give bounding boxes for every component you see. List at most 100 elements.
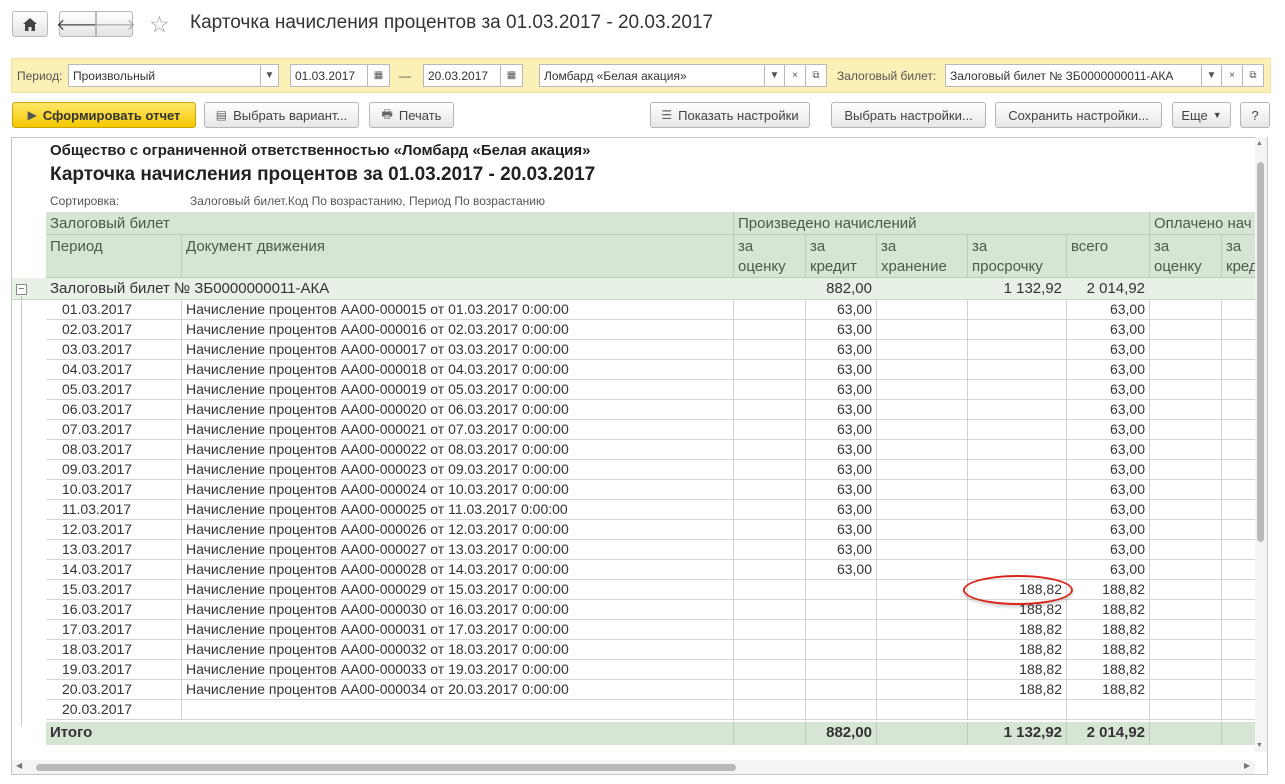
credit-cell: 63,00 [806,440,877,460]
total-cell: 63,00 [1067,420,1150,440]
more-label: Еще [1181,107,1208,123]
generate-report-button[interactable]: ▶ Сформировать отчет [12,102,196,128]
overdue-cell [968,420,1067,440]
overdue-cell [968,320,1067,340]
more-button[interactable]: Еще ▼ [1172,102,1231,128]
paid-valuation-cell [1150,500,1222,520]
period-cell: 20.03.2017 [46,680,182,700]
overdue-cell [968,440,1067,460]
open-icon[interactable]: ⧉ [1243,64,1264,87]
paid-valuation-cell [1150,540,1222,560]
calendar-icon[interactable]: ▦ [368,64,390,87]
chevron-down-icon[interactable]: ▼ [1202,64,1222,87]
valuation-cell [734,500,806,520]
period-cell: 14.03.2017 [46,560,182,580]
paid-valuation-cell [1150,480,1222,500]
period-cell: 16.03.2017 [46,600,182,620]
period-cell: 17.03.2017 [46,620,182,640]
scroll-up-icon[interactable]: ▲ [1256,140,1263,147]
help-button[interactable]: ? [1240,102,1270,128]
header-overdue: за просрочку [968,235,1067,278]
save-settings-button[interactable]: Сохранить настройки... [995,102,1162,128]
calendar-icon[interactable]: ▦ [501,64,523,87]
total-cell: 63,00 [1067,380,1150,400]
period-cell: 10.03.2017 [46,480,182,500]
collapse-icon[interactable]: − [16,284,27,295]
vertical-scroll-thumb[interactable] [1257,162,1264,542]
valuation-cell [734,360,806,380]
totals-label: Итого [46,722,734,745]
storage-cell [877,520,968,540]
valuation-cell [734,300,806,320]
valuation-cell [734,660,806,680]
date-separator: — [399,69,411,83]
document-cell: Начисление процентов АА00-000026 от 12.0… [182,520,734,540]
home-button[interactable] [12,11,48,37]
total-cell: 188,82 [1067,580,1150,600]
credit-cell: 63,00 [806,400,877,420]
overdue-cell [968,380,1067,400]
document-cell: Начисление процентов АА00-000023 от 09.0… [182,460,734,480]
paid-valuation-cell [1150,300,1222,320]
star-icon[interactable]: ☆ [149,11,170,37]
total-cell: 63,00 [1067,320,1150,340]
storage-cell [877,700,968,720]
total-cell: 188,82 [1067,640,1150,660]
total-cell: 188,82 [1067,680,1150,700]
choose-variant-label: Выбрать вариант... [233,107,348,123]
document-cell: Начисление процентов АА00-000018 от 04.0… [182,360,734,380]
scroll-right-icon[interactable]: ▶ [1244,761,1250,770]
storage-cell [877,420,968,440]
document-cell: Начисление процентов АА00-000022 от 08.0… [182,440,734,460]
choose-variant-button[interactable]: ▤ Выбрать вариант... [204,102,359,128]
ticket-field[interactable]: Залоговый билет № ЗБ0000000011-АКА [945,64,1202,87]
scroll-left-icon[interactable]: ◀ [16,761,22,770]
organization-field[interactable]: Ломбард «Белая акация» [539,64,765,87]
storage-cell [877,340,968,360]
storage-cell [877,640,968,660]
show-settings-button[interactable]: ☰ Показать настройки [650,102,810,128]
forward-button[interactable]: 🡒 [93,11,136,37]
paid-valuation-cell [1150,680,1222,700]
credit-cell: 63,00 [806,360,877,380]
print-button[interactable]: 🖶 Печать [369,102,454,128]
period-cell: 20.03.2017 [46,700,182,720]
credit-cell: 63,00 [806,560,877,580]
open-icon[interactable]: ⧉ [806,64,827,87]
period-cell: 03.03.2017 [46,340,182,360]
totals-storage [877,722,968,745]
storage-cell [877,480,968,500]
period-cell: 18.03.2017 [46,640,182,660]
report-title: Карточка начисления процентов за 01.03.2… [50,164,596,185]
chevron-down-icon[interactable]: ▼ [261,64,279,87]
valuation-cell [734,320,806,340]
valuation-cell [734,420,806,440]
document-cell: Начисление процентов АА00-000027 от 13.0… [182,540,734,560]
date-from-field[interactable]: 01.03.2017 [290,64,368,87]
clear-icon[interactable]: × [1222,64,1243,87]
period-label: Период: [17,69,63,83]
valuation-cell [734,560,806,580]
chevron-down-icon: ▼ [1212,110,1222,120]
period-select[interactable]: Произвольный [68,64,261,87]
scroll-down-icon[interactable]: ▼ [1256,742,1263,749]
home-icon [23,17,37,31]
credit-cell [806,700,877,720]
overdue-cell [968,500,1067,520]
chevron-down-icon[interactable]: ▼ [765,64,785,87]
credit-cell [806,680,877,700]
date-to-field[interactable]: 20.03.2017 [423,64,501,87]
storage-cell [877,320,968,340]
storage-cell [877,400,968,420]
storage-cell [877,580,968,600]
report-area[interactable]: Общество с ограниченной ответственностью… [11,137,1268,775]
valuation-cell [734,480,806,500]
choose-settings-button[interactable]: Выбрать настройки... [831,102,986,128]
print-label: Печать [398,107,442,123]
ticket-label: Залоговый билет: [837,69,937,83]
valuation-cell [734,400,806,420]
horizontal-scroll-thumb[interactable] [36,764,736,771]
back-button[interactable]: 🡐 [56,11,99,37]
header-paid-valuation: за оценку [1150,235,1222,278]
clear-icon[interactable]: × [785,64,806,87]
